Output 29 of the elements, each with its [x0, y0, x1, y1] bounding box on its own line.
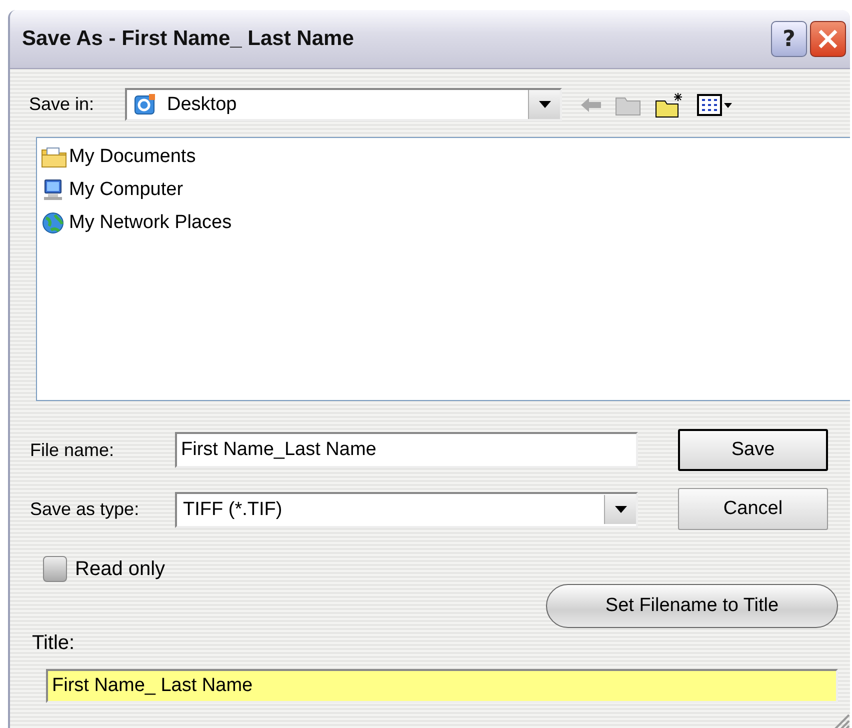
- save-as-type-value: TIFF (*.TIF): [183, 498, 284, 520]
- close-icon: [817, 28, 839, 50]
- new-folder-icon[interactable]: [655, 92, 685, 118]
- close-button[interactable]: [810, 21, 846, 57]
- save-in-value: Desktop: [167, 94, 237, 116]
- checkbox[interactable]: [43, 556, 67, 582]
- window-title: Save As - First Name_ Last Name: [22, 27, 355, 51]
- desktop-icon: [133, 92, 157, 116]
- file-name-field[interactable]: First Name_Last Name: [175, 432, 638, 468]
- save-in-dropdown[interactable]: Desktop: [125, 88, 562, 121]
- file-list-item[interactable]: My Documents: [41, 140, 846, 173]
- save-as-type-dropdown[interactable]: TIFF (*.TIF): [175, 492, 638, 528]
- caret-icon: [614, 506, 626, 513]
- caret-icon: [538, 101, 550, 108]
- documents-folder-icon: [41, 146, 67, 168]
- title-field[interactable]: First Name_ Last Name: [46, 669, 838, 703]
- back-arrow-icon[interactable]: [581, 98, 601, 112]
- title-label: Title:: [32, 632, 75, 655]
- help-button[interactable]: ?: [771, 21, 807, 57]
- checkbox-label: Read only: [75, 558, 166, 580]
- cancel-button[interactable]: Cancel: [678, 488, 828, 530]
- file-list-item[interactable]: My Network Places: [41, 206, 846, 239]
- save-as-type-label: Save as type:: [30, 499, 140, 520]
- set-filename-button[interactable]: Set Filename to Title: [546, 584, 838, 628]
- view-menu-icon[interactable]: [697, 94, 733, 116]
- save-button[interactable]: Save: [678, 429, 828, 471]
- file-list-item[interactable]: My Computer: [41, 173, 846, 206]
- save-in-label: Save in:: [29, 94, 96, 115]
- file-name-label: File name:: [30, 440, 116, 460]
